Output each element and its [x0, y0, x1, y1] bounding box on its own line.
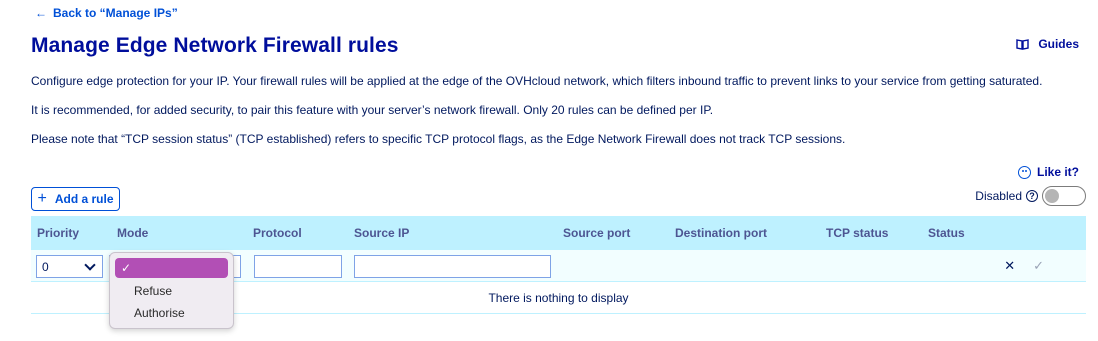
- back-to-manage-ips-link[interactable]: ← Back to “Manage IPs”: [35, 6, 178, 20]
- protocol-input[interactable]: [254, 255, 342, 278]
- mode-option-authorise[interactable]: Authorise: [134, 306, 185, 320]
- help-icon[interactable]: ?: [1026, 190, 1038, 202]
- description-paragraph-3: Please note that “TCP session status” (T…: [31, 132, 846, 146]
- cancel-icon[interactable]: ✕: [1004, 258, 1015, 274]
- column-header-source-port: Source port: [563, 226, 631, 240]
- priority-select[interactable]: 0: [36, 255, 103, 278]
- checkmark-icon: ✓: [121, 261, 132, 275]
- plus-icon: +: [37, 190, 47, 207]
- chevron-down-icon: [84, 259, 96, 271]
- add-rule-label: Add a rule: [54, 192, 114, 206]
- table-header: Priority Mode Protocol Source IP Source …: [31, 216, 1086, 250]
- mode-dropdown-menu: ✓ Refuse Authorise: [109, 252, 234, 329]
- mode-option-empty-selected[interactable]: ✓: [115, 258, 228, 278]
- column-header-priority: Priority: [37, 226, 80, 240]
- source-ip-input[interactable]: [354, 255, 551, 278]
- priority-value: 0: [42, 259, 49, 274]
- description-paragraph-1: Configure edge protection for your IP. Y…: [31, 74, 1043, 88]
- mode-option-refuse[interactable]: Refuse: [134, 284, 172, 298]
- column-header-tcp-status: TCP status: [826, 226, 889, 240]
- firewall-state-control: Disabled ?: [975, 186, 1086, 206]
- confirm-icon[interactable]: ✓: [1033, 258, 1044, 274]
- column-header-source-ip: Source IP: [354, 226, 410, 240]
- column-header-status: Status: [928, 226, 965, 240]
- back-link-label: Back to “Manage IPs”: [53, 6, 178, 20]
- column-header-mode: Mode: [117, 226, 149, 240]
- guides-label: Guides: [1038, 37, 1079, 51]
- firewall-toggle[interactable]: [1042, 186, 1086, 206]
- like-it-label: Like it?: [1036, 165, 1079, 179]
- column-header-protocol: Protocol: [253, 226, 302, 240]
- book-icon: [1016, 39, 1030, 50]
- firewall-state-label: Disabled: [975, 189, 1022, 203]
- toggle-knob: [1045, 189, 1059, 203]
- row-actions: ✕ ✓: [1004, 258, 1044, 274]
- guides-link[interactable]: Guides: [1016, 37, 1079, 51]
- add-rule-button[interactable]: + Add a rule: [31, 187, 120, 211]
- column-header-destination-port: Destination port: [675, 226, 767, 240]
- page-title: Manage Edge Network Firewall rules: [31, 34, 399, 57]
- arrow-left-icon: ←: [35, 6, 47, 20]
- description-paragraph-2: It is recommended, for added security, t…: [31, 103, 714, 117]
- like-it-link[interactable]: Like it?: [1017, 165, 1079, 179]
- smiley-icon: [1017, 165, 1031, 179]
